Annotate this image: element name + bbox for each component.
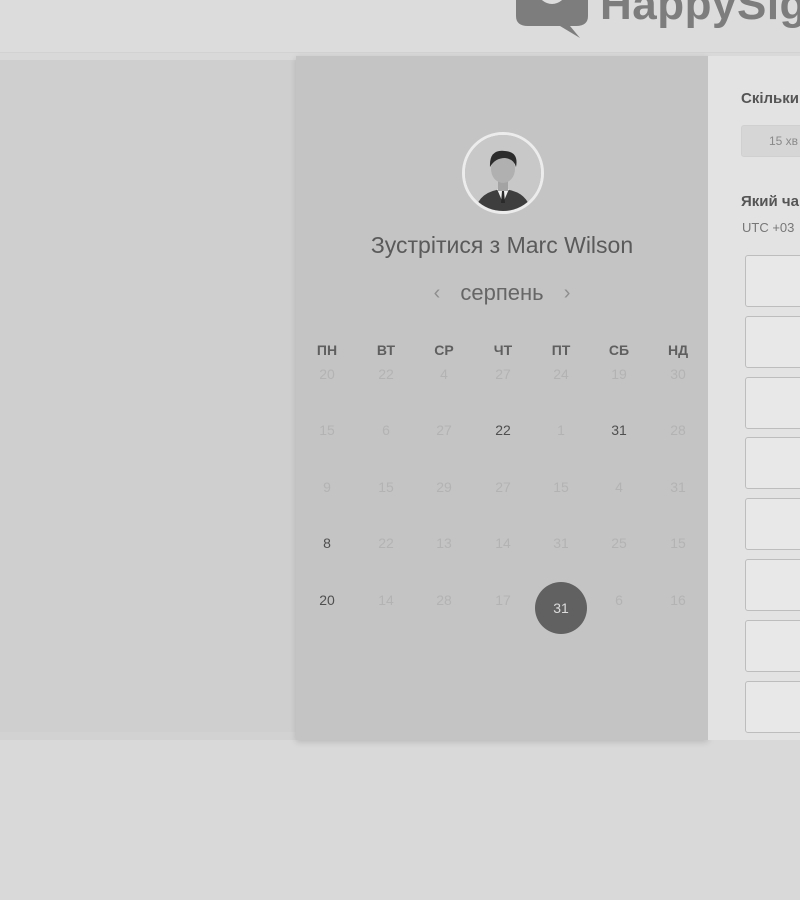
time-slot-button[interactable] [745, 680, 800, 733]
calendar-day: 27 [495, 366, 511, 382]
calendar-day: 27 [436, 422, 452, 438]
time-slot-button[interactable] [745, 255, 800, 307]
calendar-day: 4 [440, 366, 448, 382]
calendar-day: 15 [319, 422, 335, 438]
month-label: серпень [460, 280, 544, 305]
calendar-card: Зустрітися з Marc Wilson ‹ серпень › ПН … [296, 56, 708, 740]
calendar-day: 30 [670, 366, 686, 382]
time-slot-button[interactable] [745, 498, 800, 551]
calendar-day: 6 [615, 592, 623, 608]
calendar-day-selected[interactable]: 31 [535, 582, 587, 634]
calendar-day: 28 [670, 422, 686, 438]
weekday-label: СБ [608, 342, 630, 358]
calendar-day: 31 [553, 535, 569, 551]
calendar-day: 25 [611, 535, 627, 551]
calendar-day: 31 [670, 479, 686, 495]
weekday-label: ЧТ [493, 342, 513, 358]
top-bar: HappySig [0, 0, 800, 53]
time-slot-button[interactable] [745, 376, 800, 429]
meeting-title: Зустрітися з Marc Wilson [370, 232, 634, 258]
calendar-day: 14 [378, 592, 394, 608]
calendar-day[interactable]: 31 [599, 422, 639, 438]
avatar [462, 132, 544, 214]
booking-panel: Скільки 15 хв Який ча UTC +03 [708, 56, 800, 740]
calendar-day: 14 [495, 535, 511, 551]
calendar-day: 22 [378, 366, 394, 382]
chevron-right-icon[interactable]: › [550, 282, 585, 305]
time-slot-button[interactable] [745, 619, 800, 672]
weekday-label: ПТ [551, 342, 571, 358]
calendar-day: 4 [615, 479, 623, 495]
calendar-day: 9 [323, 479, 331, 495]
calendar-day: 1 [557, 422, 565, 438]
calendar-day: 19 [611, 366, 627, 382]
time-label: Який ча [741, 193, 799, 210]
calendar-day: 29 [436, 479, 452, 495]
calendar-day: 24 [553, 366, 569, 382]
chevron-left-icon[interactable]: ‹ [420, 282, 455, 305]
calendar-day: 13 [436, 535, 452, 551]
time-slot-button[interactable] [745, 559, 800, 611]
weekday-label: ПН [316, 342, 338, 358]
duration-label: Скільки [741, 90, 799, 107]
person-photo-icon [465, 135, 541, 211]
duration-value: 15 хв [769, 134, 799, 148]
calendar-day[interactable]: 22 [483, 422, 523, 438]
weekday-label: СР [434, 342, 454, 358]
calendar-day: 17 [495, 592, 511, 608]
duration-select[interactable]: 15 хв [741, 125, 800, 157]
calendar-day: 15 [670, 535, 686, 551]
left-panel [0, 60, 296, 732]
calendar-day[interactable]: 20 [307, 592, 347, 608]
calendar-day: 27 [495, 479, 511, 495]
calendar-day: 22 [378, 535, 394, 551]
calendar-day: 6 [382, 422, 390, 438]
brand-name: HappySig [600, 0, 800, 29]
calendar-day: 16 [670, 592, 686, 608]
calendar-day: 15 [378, 479, 394, 495]
calendar-day: 20 [319, 366, 335, 382]
time-slot-button[interactable] [745, 437, 800, 490]
time-slot-button[interactable] [745, 315, 800, 368]
timezone-label: UTC +03 [742, 220, 795, 235]
calendar-day: 15 [553, 479, 569, 495]
calendar-day[interactable]: 8 [307, 535, 347, 551]
month-navigation: ‹ серпень › [296, 280, 708, 306]
calendar-day: 28 [436, 592, 452, 608]
weekday-label: НД [667, 342, 689, 358]
weekday-label: ВТ [376, 342, 396, 358]
speech-bubble-heart-icon [516, 0, 588, 38]
